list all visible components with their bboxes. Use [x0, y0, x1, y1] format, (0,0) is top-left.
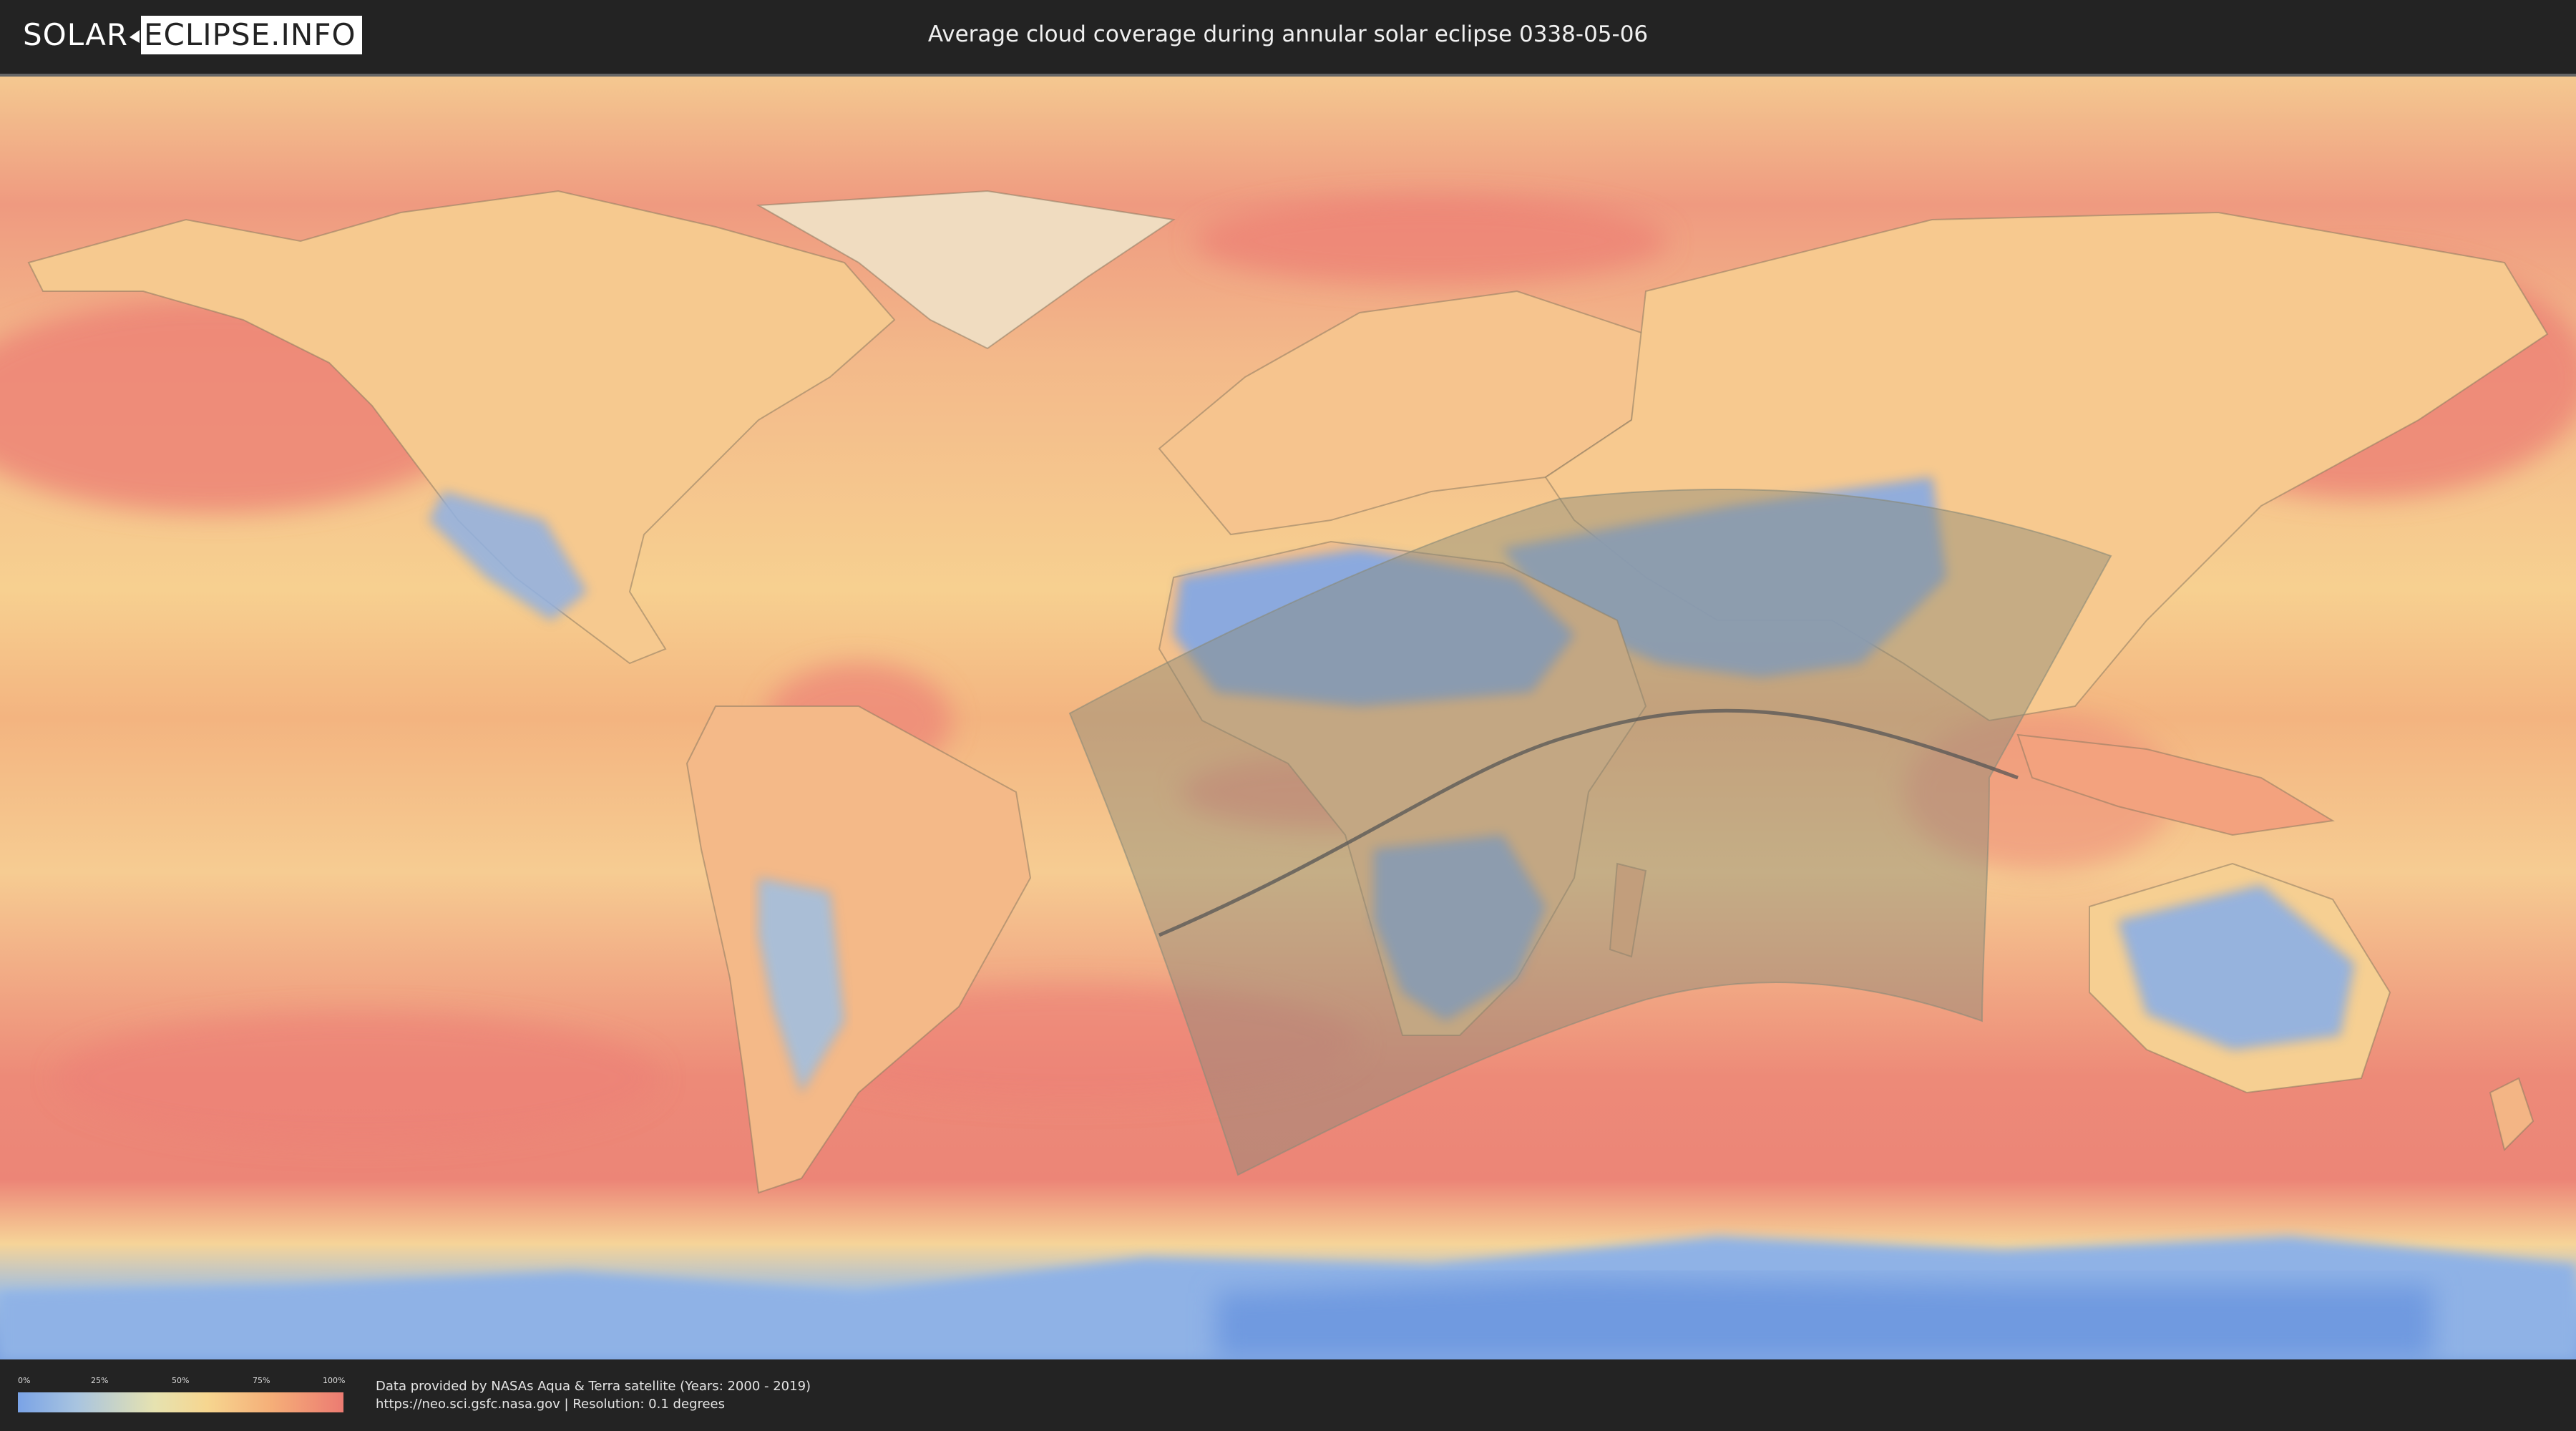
- legend-color-bar: [18, 1392, 343, 1412]
- data-source-credit: Data provided by NASAs Aqua & Terra sate…: [376, 1379, 811, 1394]
- footer-bar: [0, 1359, 2576, 1431]
- cloud-coverage-map[interactable]: [0, 74, 2576, 1359]
- legend-tick-0: 0%: [18, 1376, 31, 1385]
- legend-tick-75: 75%: [253, 1376, 270, 1385]
- page-title: Average cloud coverage during annular so…: [927, 21, 1649, 47]
- legend-tick-100: 100%: [323, 1376, 346, 1385]
- header-bar: SOLAR ECLIPSE.INFO Average cloud coverag…: [0, 0, 2576, 72]
- legend-tick-labels: 0% 25% 50% 75% 100%: [18, 1375, 346, 1387]
- legend-tick-25: 25%: [91, 1376, 109, 1385]
- data-source-url: https://neo.sci.gsfc.nasa.gov | Resoluti…: [376, 1397, 725, 1412]
- antarctica-interior: [1216, 1279, 2433, 1359]
- legend-tick-50: 50%: [172, 1376, 190, 1385]
